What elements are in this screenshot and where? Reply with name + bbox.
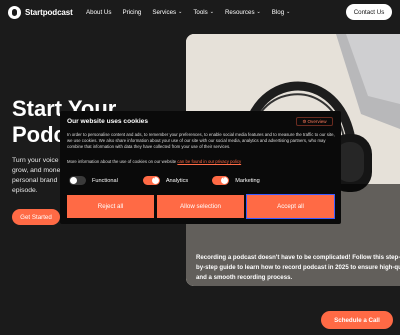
nav-label: Blog — [271, 9, 285, 16]
overview-button[interactable]: ⚙ Overview — [296, 117, 333, 126]
cookie-more-info: More information about the use of cookie… — [67, 159, 241, 164]
schedule-call-button[interactable]: Schedule a Call — [321, 311, 393, 329]
hero-description: Turn your voice grow, and mone personal … — [12, 157, 61, 194]
nav-label: Pricing — [122, 9, 142, 16]
toggle-label: Marketing — [235, 177, 260, 184]
marketing-switch[interactable] — [212, 175, 230, 185]
switch-knob — [70, 177, 77, 184]
checkmark-icon — [151, 175, 159, 184]
settings-icon: ⚙ — [302, 118, 307, 124]
logo-microphone-icon — [8, 6, 21, 19]
nav-item-about-us[interactable]: About Us — [86, 9, 111, 16]
nav-item-blog[interactable]: Blog ⌄ — [272, 9, 291, 16]
nav-item-services[interactable]: Services ⌄ — [152, 9, 182, 16]
logo[interactable]: Startpodcast — [8, 6, 73, 19]
checkmark-icon — [221, 175, 229, 184]
card-caption: Recording a podcast doesn't have to be c… — [196, 254, 400, 281]
chevron-down-icon: ⌄ — [209, 9, 214, 15]
nav-item-resources[interactable]: Resources ⌄ — [225, 9, 261, 16]
chevron-down-icon: ⌄ — [256, 9, 261, 15]
cookie-buttons: Reject all Allow selection Accept all — [67, 194, 335, 219]
chevron-down-icon: ⌄ — [178, 9, 183, 15]
nav-item-pricing[interactable]: Pricing — [122, 9, 141, 16]
overview-label: Overview — [307, 119, 327, 124]
toggle-marketing: Marketing — [212, 175, 260, 185]
nav-label: Services — [152, 9, 177, 16]
cookie-body-text: In order to personalise content and ads,… — [67, 132, 335, 149]
nav-item-tools[interactable]: Tools ⌄ — [193, 9, 214, 16]
site-header: Startpodcast About Us Pricing Services ⌄ … — [0, 0, 400, 26]
toggle-analytics: Analytics — [142, 175, 189, 185]
more-info-text: More information about the use of cookie… — [67, 159, 177, 164]
chevron-down-icon: ⌄ — [286, 9, 291, 15]
cookie-toggles: Functional Analytics Marketing — [69, 175, 260, 185]
cookie-title: Our website uses cookies — [67, 118, 148, 125]
toggle-functional: Functional — [69, 176, 118, 185]
toggle-label: Functional — [92, 177, 118, 184]
accept-all-button[interactable]: Accept all — [246, 194, 335, 219]
privacy-policy-link[interactable]: can be found in our privacy policy — [177, 159, 241, 164]
functional-switch[interactable] — [69, 176, 86, 185]
toggle-label: Analytics — [165, 177, 189, 184]
nav-label: Resources — [224, 9, 255, 16]
allow-selection-button[interactable]: Allow selection — [157, 195, 244, 218]
get-started-button[interactable]: Get Started — [12, 209, 60, 225]
cookie-consent-dialog: Our website uses cookies ⚙ Overview In o… — [60, 111, 341, 224]
reject-all-button[interactable]: Reject all — [67, 195, 154, 218]
nav-label: About Us — [86, 9, 112, 16]
nav-label: Tools — [193, 9, 208, 16]
contact-us-button[interactable]: Contact Us — [346, 4, 392, 20]
analytics-switch[interactable] — [142, 175, 160, 185]
main-nav: About Us Pricing Services ⌄ Tools ⌄ Resour… — [86, 9, 301, 16]
logo-text: Startpodcast — [25, 8, 73, 17]
